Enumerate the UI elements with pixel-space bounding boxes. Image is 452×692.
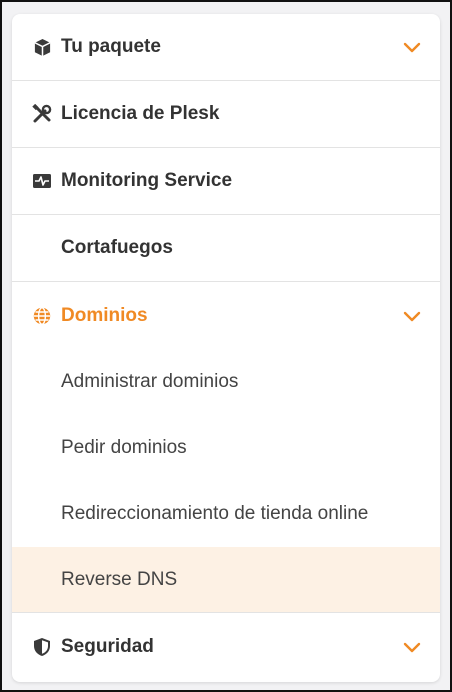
menu-item-label: Tu paquete [61,36,161,57]
menu-item-licencia-plesk[interactable]: Licencia de Plesk [12,81,440,148]
submenu-item-label: Reverse DNS [61,568,178,590]
chevron-down-icon[interactable] [402,37,422,57]
submenu-item-redireccionamiento-tienda[interactable]: Redireccionamiento de tienda online [12,481,440,547]
submenu-item-label: Pedir dominios [61,437,187,458]
package-icon [32,37,52,57]
shield-icon [32,637,52,657]
menu-item-monitoring-service[interactable]: Monitoring Service [12,148,440,215]
chevron-down-icon[interactable] [402,306,422,326]
globe-icon [32,306,52,326]
submenu-item-administrar-dominios[interactable]: Administrar dominios [12,349,440,415]
submenu-item-label: Administrar dominios [61,371,239,392]
chevron-down-icon[interactable] [402,637,422,657]
tools-icon [32,104,52,124]
submenu-item-pedir-dominios[interactable]: Pedir dominios [12,415,440,481]
menu-item-cortafuegos[interactable]: Cortafuegos [12,215,440,282]
menu-item-label: Monitoring Service [61,170,233,191]
menu-item-label: Cortafuegos [61,237,173,258]
menu-item-label: Seguridad [61,635,154,657]
submenu-item-label: Redireccionamiento de tienda online [61,503,369,524]
submenu-item-reverse-dns[interactable]: Reverse DNS [12,547,440,613]
menu-item-seguridad[interactable]: Seguridad [12,613,440,680]
menu-item-label: Dominios [61,304,148,326]
menu-item-tu-paquete[interactable]: Tu paquete [12,14,440,81]
menu-item-dominios[interactable]: Dominios [12,282,440,349]
menu-item-label: Licencia de Plesk [61,103,220,124]
navigation-menu: Tu paquete Licencia de Plesk Monitoring … [12,14,440,682]
monitor-pulse-icon [32,171,52,191]
